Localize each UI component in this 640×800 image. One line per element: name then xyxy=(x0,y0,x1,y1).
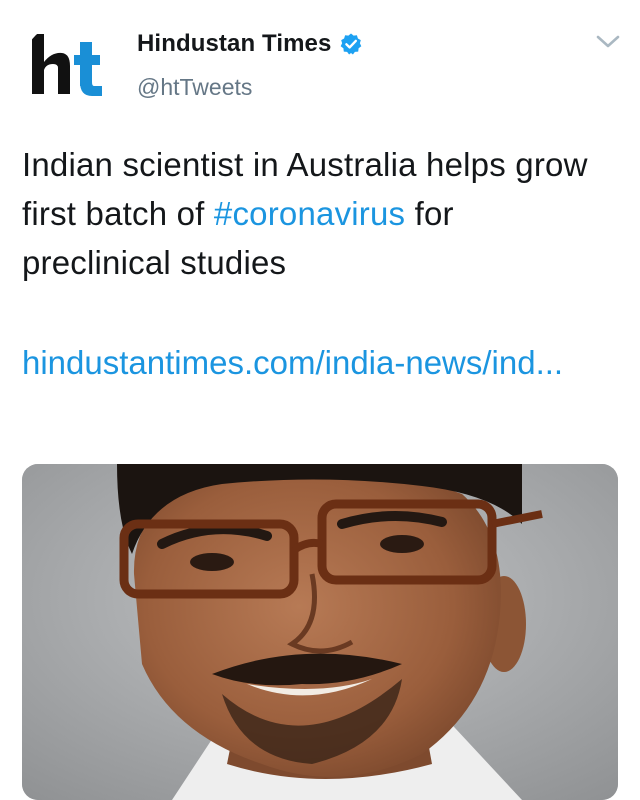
tweet-text: Indian scientist in Australia helps grow… xyxy=(22,140,612,287)
verified-badge-icon xyxy=(341,33,362,55)
hashtag-link[interactable]: #coronavirus xyxy=(214,195,405,232)
author-name-row[interactable]: Hindustan Times xyxy=(137,26,363,62)
photo-of-scientist-icon xyxy=(22,464,618,800)
tweet-header: Hindustan Times @htTweets xyxy=(0,0,640,120)
tweet-card[interactable]: Hindustan Times @htTweets Indian scienti… xyxy=(0,0,640,800)
avatar[interactable] xyxy=(22,22,114,114)
tweet-media-photo[interactable] xyxy=(22,464,618,800)
author-handle[interactable]: @htTweets xyxy=(137,74,252,101)
ht-logo-icon xyxy=(22,22,114,114)
chevron-down-icon[interactable] xyxy=(594,32,622,52)
display-name[interactable]: Hindustan Times xyxy=(137,30,331,58)
article-link[interactable]: hindustantimes.com/india-news/ind... xyxy=(22,338,618,387)
